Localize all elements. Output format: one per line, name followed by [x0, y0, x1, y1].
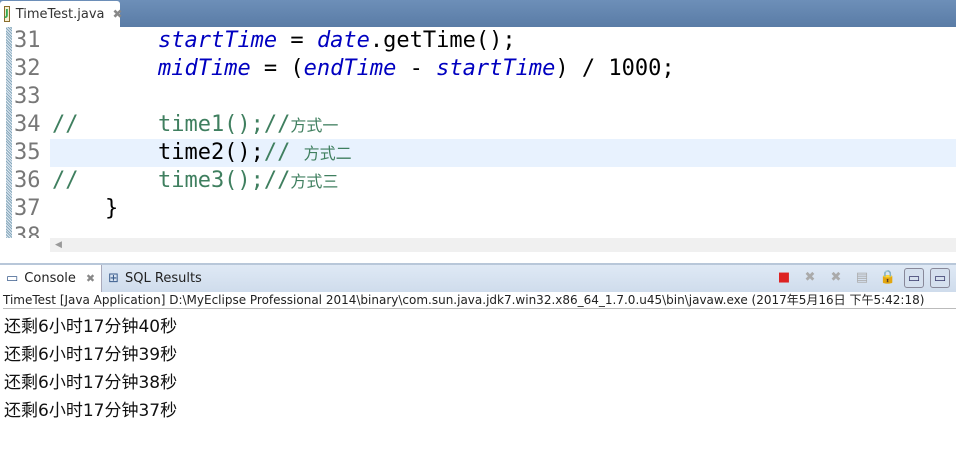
divider — [0, 252, 956, 265]
line-number: 33 — [14, 84, 41, 109]
show-console-icon[interactable]: ▭ — [904, 268, 924, 288]
code-token: ) / 1000; — [555, 56, 675, 81]
code-token: endTime — [303, 56, 397, 81]
close-icon[interactable]: ✖ — [86, 272, 95, 285]
code-text: // time3();//方式三 — [52, 167, 338, 196]
console-output-line: 还剩6小时17分钟40秒 — [4, 317, 178, 337]
code-text: } — [52, 195, 118, 223]
code-token: 方式一 — [290, 116, 339, 135]
remove-all-icon[interactable]: ✖ — [826, 268, 846, 288]
code-token: = ( — [250, 56, 304, 81]
table-icon: ⊞ — [108, 271, 120, 286]
scroll-lock-icon[interactable]: 🔒 — [878, 268, 898, 288]
code-token: - — [396, 56, 437, 81]
code-line[interactable]: 36 // time3();//方式三 — [0, 167, 956, 195]
code-line[interactable]: 32 midTime = (endTime - startTime) / 100… — [0, 55, 956, 83]
code-token: .getTime(); — [369, 28, 516, 53]
code-token: 方式二 — [303, 144, 352, 163]
tab-console[interactable]: ▭ Console ✖ — [0, 265, 103, 292]
pin-console-icon[interactable]: ▭ — [930, 268, 950, 288]
editor-tab-label: TimeTest.java — [15, 6, 105, 22]
close-icon[interactable]: ✖ — [113, 7, 123, 21]
code-line[interactable]: 34 // time1();//方式一 — [0, 111, 956, 139]
code-token: = — [277, 28, 317, 53]
code-token: startTime — [157, 28, 278, 53]
java-file-icon: J — [4, 6, 10, 22]
line-number: 32 — [14, 56, 41, 81]
code-token: midTime — [157, 56, 251, 81]
tab-console-label: Console — [24, 271, 76, 286]
terminate-icon[interactable]: ■ — [774, 268, 794, 288]
line-number: 31 — [14, 28, 41, 53]
remove-launch-icon[interactable]: ✖ — [800, 268, 820, 288]
code-text: midTime = (endTime - startTime) / 1000; — [52, 55, 675, 83]
code-text: time2();// 方式二 — [52, 139, 352, 168]
line-number: 37 — [14, 196, 41, 221]
code-token: } — [52, 196, 119, 221]
console-output-line: 还剩6小时17分钟37秒 — [4, 401, 178, 421]
code-editor[interactable]: 31 startTime = date.getTime(); 32 midTime… — [0, 27, 956, 238]
console-icon: ▭ — [6, 271, 19, 286]
editor-tab-bar: J TimeTest.java ✖ — [0, 0, 956, 27]
horizontal-scrollbar[interactable]: ◀ — [50, 238, 956, 252]
line-number: 35 — [14, 140, 41, 165]
scroll-left-icon[interactable]: ◀ — [55, 240, 62, 250]
code-token: startTime — [436, 56, 556, 81]
code-token: 方式三 — [290, 172, 339, 191]
line-number: 38 — [14, 224, 41, 238]
current-line-highlight: time2();// 方式二 — [50, 139, 956, 167]
editor-tab-timetest[interactable]: J TimeTest.java ✖ — [0, 1, 123, 27]
code-line[interactable]: 35 time2();// 方式二 — [0, 139, 956, 167]
code-token: time2(); — [52, 140, 264, 165]
code-line[interactable]: 31 startTime = date.getTime(); — [0, 27, 956, 55]
code-line[interactable]: 38 — [0, 223, 956, 238]
code-line[interactable]: 37 } — [0, 195, 956, 223]
tab-sql-results[interactable]: ⊞ SQL Results — [102, 265, 208, 292]
code-text: startTime = date.getTime(); — [52, 27, 516, 55]
code-text: // time1();//方式一 — [52, 111, 338, 140]
console-toolbar: ■ ✖ ✖ ▤ 🔒 ▭ ▭ — [774, 268, 950, 288]
line-number: 34 — [14, 112, 41, 137]
console-output-line: 还剩6小时17分钟38秒 — [4, 373, 178, 393]
code-line[interactable]: 33 — [0, 83, 956, 111]
clear-console-icon[interactable]: ▤ — [852, 268, 872, 288]
line-number: 36 — [14, 168, 41, 193]
console-output-line: 还剩6小时17分钟39秒 — [4, 345, 178, 365]
code-token: // time3();// — [52, 168, 291, 193]
code-token: date — [316, 28, 370, 53]
code-token: // — [263, 140, 304, 165]
console-process-info: TimeTest [Java Application] D:\MyEclipse… — [3, 292, 956, 309]
code-token: // time1();// — [52, 112, 291, 137]
tab-sql-results-label: SQL Results — [125, 271, 202, 286]
